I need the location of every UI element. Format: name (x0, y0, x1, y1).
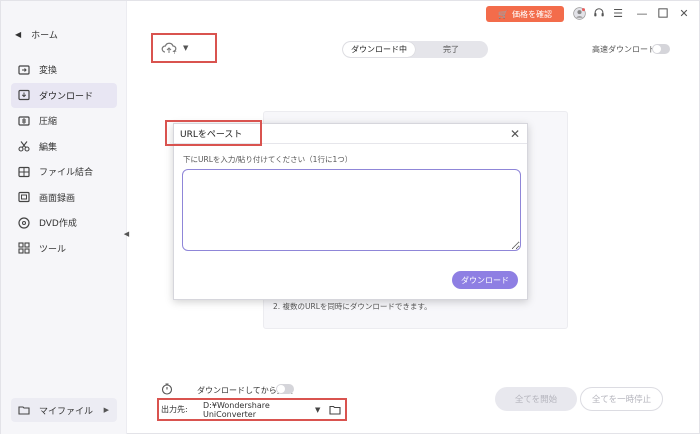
price-check-label: 価格を確認 (511, 9, 552, 19)
dialog-header: URLをペースト ✕ (165, 120, 527, 146)
price-check-button[interactable]: 🛒 価格を確認 (486, 6, 564, 22)
paste-url-dialog: URLをペースト ✕ 下にURLを入力/貼り付けてください（1行に1つ） ダウン… (165, 120, 528, 300)
tab-completed[interactable]: 完了 (415, 42, 487, 57)
my-files-label: マイファイル (39, 406, 94, 417)
output-label: 出力先: (161, 405, 188, 414)
sidebar-item-merge[interactable]: ファイル結合 (11, 159, 117, 185)
sidebar-item-label: ダウンロード (39, 91, 94, 102)
sidebar: ◀ ホーム 変換 ダウンロード 圧縮 編集 ファイル結合 画面録画 DVD作成 … (1, 1, 127, 434)
dialog-title: URLをペースト (165, 120, 262, 146)
sidebar-item-convert[interactable]: 変換 (11, 57, 117, 83)
sidebar-item-label: ツール (39, 244, 67, 255)
high-speed-download-toggle[interactable] (652, 44, 670, 54)
user-icon[interactable] (572, 6, 586, 20)
menu-icon[interactable]: ☰ (611, 6, 625, 20)
sidebar-item-label: 画面録画 (39, 193, 76, 204)
close-icon[interactable]: ✕ (677, 6, 691, 20)
dvd-icon (18, 217, 30, 229)
high-speed-download-label: 高速ダウンロード (592, 45, 656, 54)
sidebar-item-label: ファイル結合 (39, 168, 94, 179)
folder-icon[interactable] (329, 405, 341, 415)
sidebar-item-label: 圧縮 (39, 117, 58, 128)
dialog-download-button[interactable]: ダウンロード (452, 271, 518, 289)
record-icon (18, 191, 30, 203)
chevron-left-icon: ◀ (15, 30, 22, 39)
download-link-icon: + (161, 42, 177, 55)
maximize-icon[interactable] (656, 6, 670, 20)
close-icon[interactable]: ✕ (510, 127, 520, 141)
support-icon[interactable] (592, 6, 606, 20)
home-label: ホーム (31, 31, 58, 41)
sidebar-item-download[interactable]: ダウンロード (11, 82, 117, 108)
chevron-down-icon[interactable]: ▼ (315, 406, 329, 414)
sidebar-collapse-handle[interactable]: ◀ (122, 227, 131, 241)
pause-all-button[interactable]: 全てを一時停止 (580, 387, 663, 411)
sidebar-item-compress[interactable]: 圧縮 (11, 108, 117, 134)
url-input-textarea[interactable] (182, 169, 521, 251)
timer-icon (161, 383, 173, 395)
sidebar-nav: 変換 ダウンロード 圧縮 編集 ファイル結合 画面録画 DVD作成 ツール (11, 57, 117, 261)
convert-after-download-toggle[interactable] (276, 384, 294, 394)
download-tip-text: 2. 複数のURLを同時にダウンロードできます。 (273, 302, 432, 311)
sidebar-item-edit[interactable]: 編集 (11, 134, 117, 160)
toolbox-icon (18, 242, 30, 254)
svg-text:+: + (172, 49, 177, 55)
sidebar-item-label: 変換 (39, 66, 58, 77)
sidebar-item-dvd[interactable]: DVD作成 (11, 210, 117, 236)
minimize-icon[interactable]: — (635, 6, 649, 20)
start-all-button[interactable]: 全てを開始 (495, 387, 577, 411)
add-url-download-button[interactable]: + ▼ (151, 33, 217, 63)
download-icon (18, 89, 30, 101)
app-window: ◀ ホーム 変換 ダウンロード 圧縮 編集 ファイル結合 画面録画 DVD作成 … (0, 0, 700, 434)
chevron-right-icon: ▶ (103, 406, 109, 414)
output-location: 出力先: D:¥Wondershare UniConverter ▼ (157, 398, 347, 421)
sidebar-item-record[interactable]: 画面録画 (11, 185, 117, 211)
folder-icon (18, 404, 30, 416)
edit-icon (18, 140, 30, 152)
cart-icon: 🛒 (498, 9, 508, 19)
home-link[interactable]: ◀ ホーム (15, 28, 58, 41)
merge-icon (18, 166, 30, 178)
my-files-button[interactable]: マイファイル ▶ (11, 398, 117, 422)
chevron-down-icon: ▼ (183, 44, 189, 52)
download-status-tabs: ダウンロード中 完了 (342, 41, 488, 58)
url-input-hint: 下にURLを入力/貼り付けてください（1行に1つ） (183, 155, 353, 164)
sidebar-item-label: DVD作成 (39, 219, 77, 230)
tab-downloading[interactable]: ダウンロード中 (343, 42, 415, 57)
sidebar-item-label: 編集 (39, 142, 58, 153)
convert-icon (18, 64, 30, 76)
output-path-select[interactable]: D:¥Wondershare UniConverter (203, 401, 315, 419)
compress-icon (18, 115, 30, 127)
sidebar-item-tools[interactable]: ツール (11, 236, 117, 262)
